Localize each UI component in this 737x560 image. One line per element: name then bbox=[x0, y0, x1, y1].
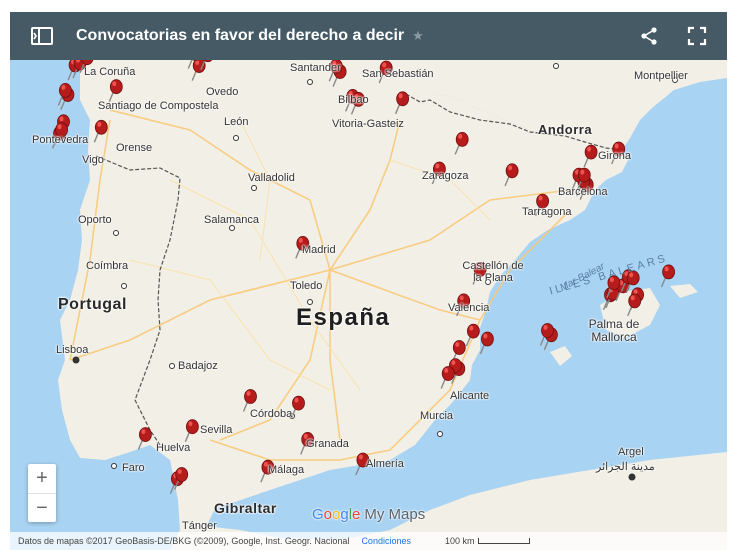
label-portugal: Portugal bbox=[58, 296, 127, 313]
label-pontevedra: Pontevedra bbox=[32, 134, 89, 146]
fullscreen-icon bbox=[687, 26, 707, 46]
label-gibraltar: Gibraltar bbox=[214, 500, 277, 516]
label-murcia: Murcia bbox=[420, 410, 454, 422]
label-espana: España bbox=[296, 304, 391, 331]
label-leon: León bbox=[224, 116, 249, 128]
label-salamanca: Salamanca bbox=[204, 214, 260, 226]
label-santiago: Santiago de Compostela bbox=[98, 100, 219, 112]
label-santander: Santander bbox=[290, 62, 341, 74]
label-vigo: Vigo bbox=[82, 154, 104, 166]
label-oporto: Oporto bbox=[78, 214, 112, 226]
label-coimbra: Coímbra bbox=[86, 260, 129, 272]
legend-toggle-button[interactable] bbox=[18, 12, 66, 60]
label-cordoba: Córdoba bbox=[250, 408, 293, 420]
scale-bar: 100 km bbox=[445, 536, 531, 546]
label-almeria: Almería bbox=[366, 458, 404, 470]
label-san-sebastian: San Sebastián bbox=[362, 68, 434, 80]
label-huelva: Huelva bbox=[156, 442, 191, 454]
label-bilbao: Bilbao bbox=[338, 94, 369, 106]
google-my-maps-logo: Google My Maps bbox=[312, 506, 426, 523]
label-palma: Palma de Mallorca bbox=[588, 317, 640, 344]
map-title: Convocatorias en favor del derecho a dec… bbox=[76, 27, 405, 44]
label-girona: Girona bbox=[598, 150, 632, 162]
label-faro: Faro bbox=[122, 462, 145, 474]
scale-bar-line bbox=[478, 538, 531, 544]
legend-panel-icon bbox=[31, 27, 53, 45]
label-valencia: Valencia bbox=[448, 302, 490, 314]
label-argel: Argel bbox=[618, 446, 644, 458]
share-button[interactable] bbox=[631, 18, 667, 54]
label-tanger: Tánger bbox=[182, 520, 217, 532]
map-canvas[interactable]: La Coruña Ovedo Santander San Sebastián … bbox=[10, 60, 727, 550]
label-sevilla: Sevilla bbox=[200, 424, 233, 436]
label-orense: Orense bbox=[116, 142, 153, 154]
label-castellon: Castellón de la Plana bbox=[462, 260, 524, 284]
share-icon bbox=[641, 27, 657, 45]
label-tarragona: Tarragona bbox=[522, 206, 572, 218]
label-oviedo: Ovedo bbox=[206, 86, 239, 98]
fullscreen-button[interactable] bbox=[679, 18, 715, 54]
label-andorra: Andorra bbox=[538, 122, 593, 137]
label-badajoz: Badajoz bbox=[178, 360, 218, 372]
label-vitoria: Vitoria-Gasteiz bbox=[332, 118, 404, 130]
label-montpellier: Montpellier bbox=[634, 70, 688, 82]
zoom-in-button[interactable]: + bbox=[28, 464, 56, 493]
label-alicante: Alicante bbox=[450, 390, 490, 402]
map-attribution: Datos de mapas ©2017 GeoBasis-DE/BKG (©2… bbox=[18, 536, 350, 546]
label-la-coruna: La Coruña bbox=[84, 66, 136, 78]
label-valladolid: Valladolid bbox=[248, 172, 295, 184]
zoom-controls: + − bbox=[28, 464, 56, 522]
label-madrid: Madrid bbox=[302, 244, 336, 256]
label-lisboa: Lisboa bbox=[56, 344, 89, 356]
scale-label: 100 km bbox=[444, 536, 475, 546]
label-zaragoza: Zaragoza bbox=[422, 170, 469, 182]
label-malaga: Málaga bbox=[268, 464, 305, 476]
map-footer: Datos de mapas ©2017 GeoBasis-DE/BKG (©2… bbox=[10, 532, 727, 550]
label-barcelona: Barcelona bbox=[558, 186, 608, 198]
star-icon[interactable]: ★ bbox=[412, 28, 424, 44]
label-granada: Granada bbox=[306, 438, 349, 450]
map-header: Convocatorias en favor del derecho a dec… bbox=[10, 12, 727, 60]
label-toledo: Toledo bbox=[290, 280, 323, 292]
embedded-map-frame: Convocatorias en favor del derecho a dec… bbox=[10, 12, 727, 550]
label-argel-arabic: مدينة الجزائر bbox=[596, 461, 655, 473]
zoom-out-button[interactable]: − bbox=[28, 494, 56, 523]
terms-link[interactable]: Condiciones bbox=[361, 536, 411, 546]
